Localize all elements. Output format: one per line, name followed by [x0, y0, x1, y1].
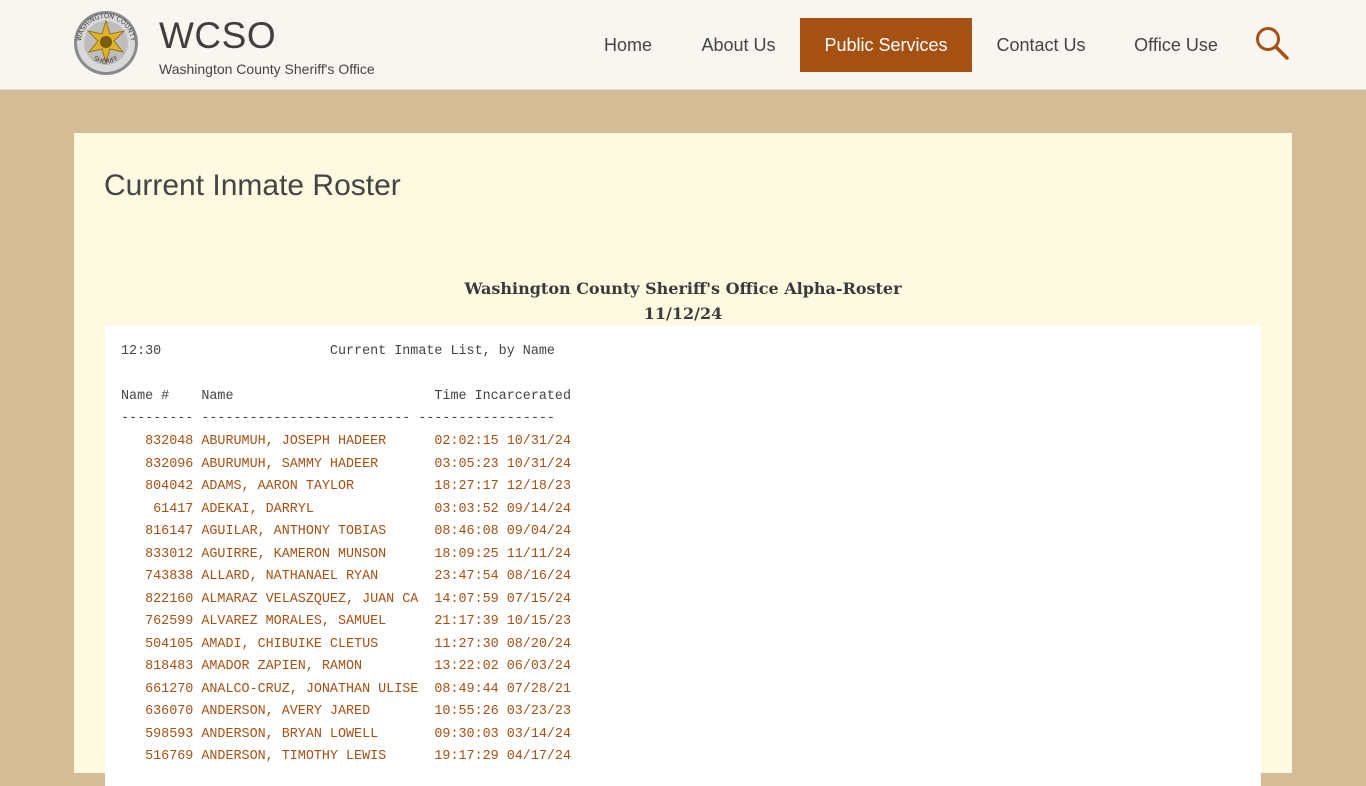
roster-row: 636070 ANDERSON, AVERY JARED 10:55:26 03…: [121, 704, 571, 719]
roster-columns-line: Name # Name Time Incarcerated: [121, 389, 571, 404]
roster-row: 833012 AGUIRRE, KAMERON MUNSON 18:09:25 …: [121, 546, 571, 562]
roster-separator-line: --------- -------------------------- ---…: [121, 411, 555, 426]
site-header: WASHINGTON COUNTY SHERIFF WCSO Washingto…: [0, 0, 1366, 90]
report-date: 11/12/24: [643, 304, 723, 323]
roster-row: 598593 ANDERSON, BRYAN LOWELL 09:30:03 0…: [121, 726, 571, 742]
roster-row: 816147 AGUILAR, ANTHONY TOBIAS 08:46:08 …: [121, 524, 571, 539]
page-title: Current Inmate Roster: [104, 169, 401, 202]
report-title: Washington County Sheriff's Office Alpha…: [464, 279, 902, 298]
roster-row: 61417 ADEKAI, DARRYL 03:03:52 09/14/24: [121, 501, 571, 517]
roster-row: 818483 AMADOR ZAPIEN, RAMON 13:22:02 06/…: [121, 659, 571, 674]
sheriff-badge-logo[interactable]: WASHINGTON COUNTY SHERIFF: [73, 10, 139, 76]
roster-row: 832096 ABURUMUH, SAMMY HADEER 03:05:23 1…: [121, 456, 571, 472]
roster-row: 743838 ALLARD, NATHANAEL RYAN 23:47:54 0…: [121, 569, 571, 584]
content-panel: Current Inmate Roster Washington County …: [74, 133, 1292, 786]
search-icon[interactable]: [1255, 26, 1289, 60]
site-subtitle: Washington County Sheriff's Office: [159, 61, 375, 77]
roster-header-line: 12:30 Current Inmate List, by Name: [121, 344, 555, 359]
roster-row: 504105 AMADI, CHIBUIKE CLETUS 11:27:30 0…: [121, 636, 571, 652]
roster-row: 822160 ALMARAZ VELASZQUEZ, JUAN CA 14:07…: [121, 591, 571, 607]
nav-about-us[interactable]: About Us: [686, 18, 791, 72]
nav-home[interactable]: Home: [588, 18, 668, 72]
roster-row: 762599 ALVAREZ MORALES, SAMUEL 21:17:39 …: [121, 614, 571, 629]
roster-row: 661270 ANALCO-CRUZ, JONATHAN ULISE 08:49…: [121, 681, 571, 697]
site-title[interactable]: WCSO: [159, 15, 276, 57]
nav-contact-us[interactable]: Contact Us: [982, 18, 1100, 72]
roster-row: 516769 ANDERSON, TIMOTHY LEWIS 19:17:29 …: [121, 749, 571, 764]
nav-office-use[interactable]: Office Use: [1118, 18, 1234, 72]
roster-listing: 12:30 Current Inmate List, by Name Name …: [105, 326, 1261, 786]
roster-row: 832048 ABURUMUH, JOSEPH HADEER 02:02:15 …: [121, 434, 571, 449]
roster-row: 804042 ADAMS, AARON TAYLOR 18:27:17 12/1…: [121, 479, 571, 494]
nav-public-services[interactable]: Public Services: [800, 18, 972, 72]
